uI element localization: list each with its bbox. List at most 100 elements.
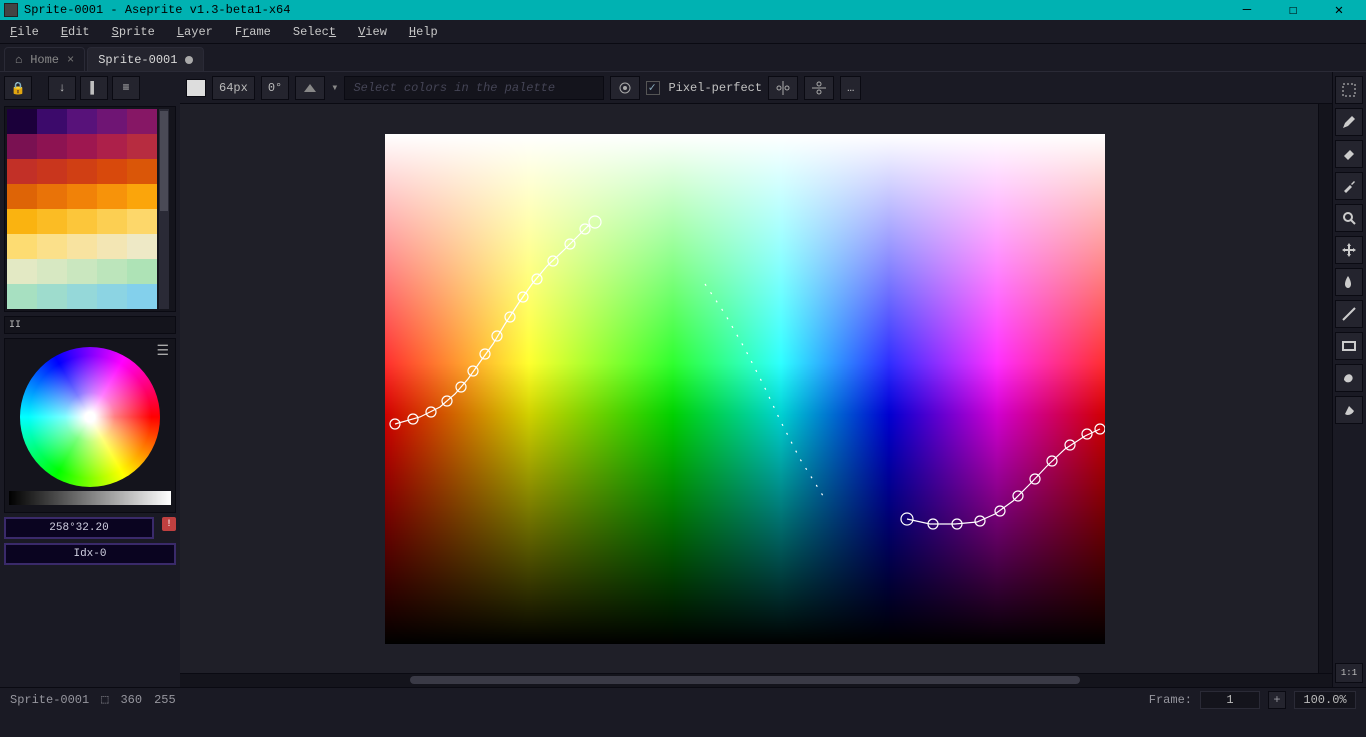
close-button[interactable]: ✕: [1316, 0, 1362, 20]
maximize-button[interactable]: ☐: [1270, 0, 1316, 20]
contour-tool[interactable]: [1335, 364, 1363, 392]
palette-swatch[interactable]: [97, 184, 127, 209]
tab-home[interactable]: ⌂ Home ×: [4, 47, 85, 71]
palette-swatch[interactable]: [7, 284, 37, 309]
menu-file[interactable]: File: [6, 23, 43, 41]
position-readout[interactable]: 258°32.20: [4, 517, 154, 539]
palette-swatch[interactable]: [127, 109, 157, 134]
palette-swatch[interactable]: [37, 159, 67, 184]
palette-grid[interactable]: [7, 109, 157, 309]
palette-footer[interactable]: II: [4, 316, 176, 334]
palette-swatch[interactable]: [97, 159, 127, 184]
palette-options-button[interactable]: ≡: [112, 76, 140, 100]
palette-swatch[interactable]: [127, 234, 157, 259]
palette-scrollbar[interactable]: [159, 109, 169, 309]
zoom-field[interactable]: 100.0%: [1294, 691, 1356, 709]
dropdown-icon[interactable]: ▾: [331, 80, 338, 95]
aspect-ratio-button[interactable]: 1:1: [1335, 663, 1363, 683]
ink-type-button[interactable]: [295, 76, 325, 100]
canvas[interactable]: [385, 134, 1105, 644]
value-slider[interactable]: [9, 491, 171, 505]
palette-swatch[interactable]: [67, 134, 97, 159]
move-tool[interactable]: [1335, 236, 1363, 264]
warning-icon[interactable]: !: [162, 517, 176, 531]
palette-swatch[interactable]: [127, 134, 157, 159]
menu-help[interactable]: Help: [405, 23, 442, 41]
palette-swatch[interactable]: [37, 234, 67, 259]
pixel-perfect-toggle[interactable]: Pixel-perfect: [646, 81, 762, 95]
palette-swatch[interactable]: [37, 134, 67, 159]
frame-input[interactable]: [1200, 691, 1260, 709]
menu-frame[interactable]: Frame: [231, 23, 275, 41]
line-tool[interactable]: [1335, 300, 1363, 328]
palette-swatch[interactable]: [67, 259, 97, 284]
add-frame-button[interactable]: +: [1268, 691, 1286, 709]
symmetry-horizontal-button[interactable]: [804, 76, 834, 100]
palette-sort-button[interactable]: ↓: [48, 76, 76, 100]
palette-swatch[interactable]: [127, 284, 157, 309]
palette-lock-button[interactable]: 🔒: [4, 76, 32, 100]
pencil-icon: [1341, 114, 1357, 130]
palette-swatch[interactable]: [97, 109, 127, 134]
brush-preview[interactable]: [186, 79, 206, 97]
palette-swatch[interactable]: [37, 259, 67, 284]
more-options-button[interactable]: …: [840, 76, 861, 100]
palette-swatch[interactable]: [7, 109, 37, 134]
palette-swatch[interactable]: [67, 284, 97, 309]
menu-select[interactable]: Select: [289, 23, 340, 41]
palette-swatch[interactable]: [67, 184, 97, 209]
palette-presets-button[interactable]: ▌: [80, 76, 108, 100]
color-wheel-cursor[interactable]: [86, 413, 94, 421]
statusbar: Sprite-0001 ⬚ 360 255 Frame: + 100.0%: [0, 687, 1366, 711]
palette-swatch[interactable]: [67, 159, 97, 184]
menu-layer[interactable]: Layer: [173, 23, 217, 41]
pencil-tool[interactable]: [1335, 108, 1363, 136]
palette-swatch[interactable]: [97, 209, 127, 234]
palette-swatch[interactable]: [7, 234, 37, 259]
tab-home-close[interactable]: ×: [67, 53, 74, 67]
palette-swatch[interactable]: [97, 134, 127, 159]
index-readout[interactable]: Idx-0: [4, 543, 176, 565]
palette-swatch[interactable]: [37, 184, 67, 209]
palette-swatch[interactable]: [67, 234, 97, 259]
color-wheel[interactable]: [20, 347, 160, 487]
menu-sprite[interactable]: Sprite: [108, 23, 159, 41]
palette-swatch[interactable]: [37, 209, 67, 234]
blur-tool[interactable]: [1335, 396, 1363, 424]
palette-swatch[interactable]: [97, 234, 127, 259]
symmetry-vertical-button[interactable]: [768, 76, 798, 100]
palette-swatch[interactable]: [127, 184, 157, 209]
paint-bucket-tool[interactable]: [1335, 268, 1363, 296]
palette-swatch[interactable]: [97, 259, 127, 284]
rect-icon: [1341, 338, 1357, 354]
palette-search[interactable]: Select colors in the palette: [344, 76, 604, 100]
brush-size-field[interactable]: 64px: [212, 76, 255, 100]
palette-swatch[interactable]: [127, 209, 157, 234]
palette-swatch[interactable]: [7, 209, 37, 234]
palette-swatch[interactable]: [37, 109, 67, 134]
palette-swatch[interactable]: [67, 109, 97, 134]
brush-angle-field[interactable]: 0°: [261, 76, 289, 100]
canvas-hscrollbar[interactable]: [180, 673, 1332, 687]
tab-sprite[interactable]: Sprite-0001: [87, 47, 204, 71]
marquee-tool[interactable]: [1335, 76, 1363, 104]
zoom-tool[interactable]: [1335, 204, 1363, 232]
menu-edit[interactable]: Edit: [57, 23, 94, 41]
palette-swatch[interactable]: [7, 159, 37, 184]
minimize-button[interactable]: ―: [1224, 0, 1270, 20]
palette-swatch[interactable]: [97, 284, 127, 309]
palette-swatch[interactable]: [127, 259, 157, 284]
eyedropper-tool[interactable]: [1335, 172, 1363, 200]
menu-view[interactable]: View: [354, 23, 391, 41]
palette-swatch[interactable]: [7, 134, 37, 159]
palette-swatch[interactable]: [37, 284, 67, 309]
palette-swatch[interactable]: [127, 159, 157, 184]
canvas-vscrollbar[interactable]: [1318, 104, 1332, 673]
eraser-tool[interactable]: [1335, 140, 1363, 168]
palette-swatch[interactable]: [7, 259, 37, 284]
color-wheel-menu-button[interactable]: ☰: [156, 343, 169, 360]
rect-tool[interactable]: [1335, 332, 1363, 360]
shade-button[interactable]: [610, 76, 640, 100]
palette-swatch[interactable]: [7, 184, 37, 209]
palette-swatch[interactable]: [67, 209, 97, 234]
